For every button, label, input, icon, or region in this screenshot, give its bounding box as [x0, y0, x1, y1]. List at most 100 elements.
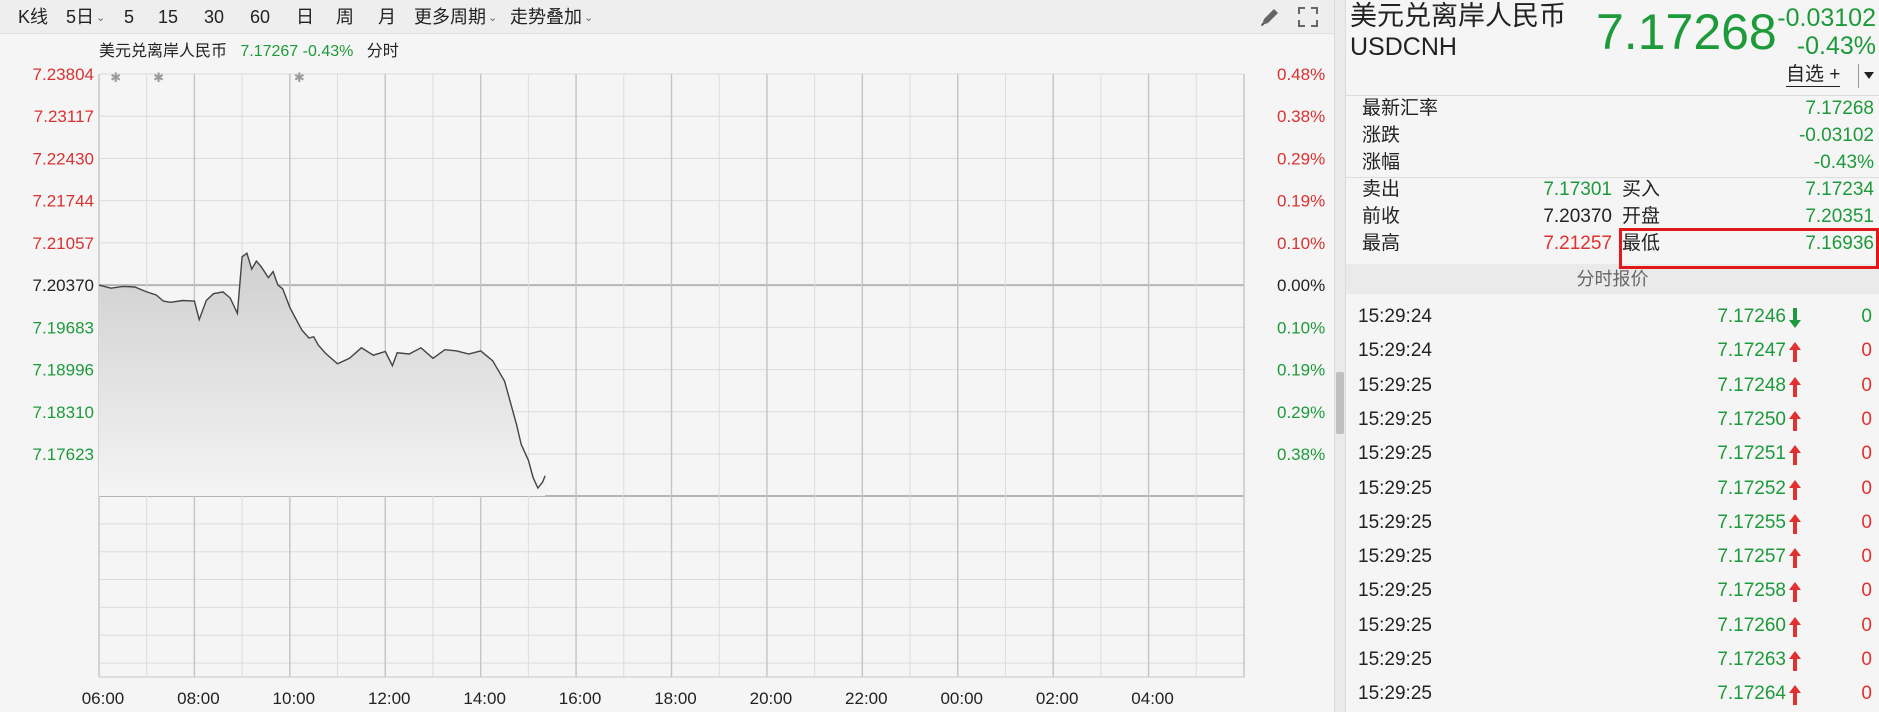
y-tick-label-pct: 0.29%	[1277, 403, 1325, 422]
ask-value: 7.17301	[1543, 179, 1612, 200]
tick-price: 7.17252	[1717, 477, 1786, 499]
x-tick-label: 16:00	[559, 689, 602, 708]
tick-time: 15:29:24	[1358, 306, 1432, 327]
tick-volume: 0	[1861, 306, 1872, 327]
tick-row[interactable]: 15:29:25 7.17260 0	[1346, 609, 1879, 643]
tick-time: 15:29:25	[1358, 683, 1432, 705]
tick-price: 7.17260	[1717, 614, 1786, 636]
tick-row[interactable]: 15:29:25 7.17263 0	[1346, 643, 1879, 677]
y-tick-label: 7.18310	[33, 403, 94, 422]
overlay-dropdown[interactable]: 走势叠加 ⌄	[510, 6, 593, 29]
y-tick-label-pct: 0.38%	[1277, 445, 1325, 464]
prev-close-label: 前收	[1362, 206, 1401, 227]
tick-row[interactable]: 15:29:25 7.17255 0	[1346, 506, 1879, 540]
splitter-handle[interactable]	[1336, 372, 1344, 434]
tick-row[interactable]: 15:29:25 7.17250 0	[1346, 403, 1879, 437]
tick-volume: 0	[1861, 340, 1872, 362]
tick-price: 7.17248	[1717, 374, 1786, 396]
period-month[interactable]: 月	[378, 6, 396, 28]
arrow-up-icon	[1789, 376, 1801, 397]
low-label: 最低	[1622, 233, 1661, 254]
high-label: 最高	[1362, 233, 1401, 254]
change-value: -0.03102	[1798, 125, 1874, 146]
period-toolbar: K线 5日 ⌄ 5 15 30 60 日 周 月 更多周期 ⌄ 走势叠加 ⌄	[0, 0, 1334, 34]
tick-volume: 0	[1861, 511, 1872, 533]
y-tick-label: 7.21744	[33, 192, 94, 211]
tick-volume: 0	[1861, 374, 1872, 396]
last-price: 7.17268	[1596, 4, 1777, 60]
price-area	[99, 253, 546, 496]
period-5day[interactable]: 5日 ⌄	[66, 6, 105, 29]
price-change: -0.03102	[1777, 4, 1876, 32]
add-favorite-button[interactable]: 自选 +	[1786, 64, 1841, 87]
tick-volume: 0	[1861, 614, 1872, 636]
tick-row[interactable]: 15:29:25 7.17258 0	[1346, 574, 1879, 608]
period-60min[interactable]: 60	[250, 6, 270, 28]
period-15min[interactable]: 15	[158, 6, 178, 28]
arrow-up-icon	[1789, 582, 1801, 603]
tick-volume: 0	[1861, 443, 1872, 465]
y-tick-label-pct: 0.10%	[1277, 234, 1325, 253]
tick-time: 15:29:25	[1358, 477, 1432, 499]
tick-row[interactable]: 15:29:24 7.17247 0	[1346, 334, 1879, 368]
chart-legend: 美元兑离岸人民币 7.17267 -0.43% 分时	[99, 42, 399, 62]
more-periods-dropdown[interactable]: 更多周期 ⌄	[414, 6, 497, 29]
tick-price: 7.17255	[1717, 511, 1786, 533]
tick-row[interactable]: 15:29:25 7.17257 0	[1346, 540, 1879, 574]
period-kline[interactable]: K线	[18, 6, 48, 28]
period-5min[interactable]: 5	[124, 6, 134, 28]
tick-row[interactable]: 15:29:25 7.17252 0	[1346, 472, 1879, 506]
y-tick-label: 7.18996	[33, 361, 94, 380]
intraday-chart[interactable]: ✱ ✱ ✱ 7.238047.231177.224307.217447.210577…	[0, 34, 1334, 712]
fullscreen-icon[interactable]	[1296, 5, 1320, 29]
chevron-down-icon: ⌄	[96, 12, 106, 24]
period-week[interactable]: 周	[336, 6, 354, 28]
change-pct-value: -0.43%	[1813, 152, 1874, 173]
tick-price: 7.17258	[1717, 580, 1786, 602]
favorite-dropdown-icon[interactable]	[1858, 64, 1878, 88]
x-tick-label: 04:00	[1131, 689, 1174, 708]
arrow-up-icon	[1789, 410, 1801, 431]
instrument-code: USDCNH	[1350, 33, 1457, 61]
arrow-up-icon	[1789, 479, 1801, 500]
x-tick-label: 18:00	[654, 689, 697, 708]
arrow-up-icon	[1789, 445, 1801, 466]
tick-volume: 0	[1861, 580, 1872, 602]
arrow-down-icon	[1789, 308, 1801, 328]
tick-time: 15:29:25	[1358, 374, 1432, 396]
tick-time: 15:29:25	[1358, 546, 1432, 568]
tick-row[interactable]: 15:29:24 7.17246 0	[1346, 300, 1879, 334]
change-pct-label: 涨幅	[1362, 152, 1401, 173]
y-tick-label-pct: 0.19%	[1277, 192, 1325, 211]
prev-close-value: 7.20370	[1543, 206, 1612, 227]
legend-price: 7.17267	[240, 43, 299, 60]
panel-splitter	[1334, 0, 1346, 712]
open-value: 7.20351	[1805, 206, 1874, 227]
change-label: 涨跌	[1362, 125, 1401, 146]
tick-time: 15:29:24	[1358, 340, 1432, 362]
tick-row[interactable]: 15:29:25 7.17264 0	[1346, 677, 1879, 711]
tick-time: 15:29:25	[1358, 649, 1432, 670]
tick-row[interactable]: 15:29:25 7.17251 0	[1346, 437, 1879, 471]
event-marker-icon: ✱	[110, 70, 121, 85]
bid-label: 买入	[1622, 179, 1661, 200]
pen-icon[interactable]	[1258, 5, 1282, 29]
chart-panel: K线 5日 ⌄ 5 15 30 60 日 周 月 更多周期 ⌄ 走势叠加 ⌄ ✱…	[0, 0, 1334, 712]
tick-row[interactable]: 15:29:25 7.17248 0	[1346, 369, 1879, 403]
ask-label: 卖出	[1362, 179, 1401, 200]
arrow-up-icon	[1789, 616, 1801, 637]
tick-volume: 0	[1861, 546, 1872, 568]
x-tick-label: 10:00	[273, 689, 316, 708]
y-tick-label: 7.21057	[33, 234, 94, 253]
price-change-pct: -0.43%	[1796, 32, 1876, 60]
tick-volume: 0	[1861, 649, 1872, 670]
latest-rate-value: 7.17268	[1805, 98, 1874, 119]
tick-price: 7.17251	[1717, 443, 1786, 465]
arrow-up-icon	[1789, 513, 1801, 534]
tick-price: 7.17250	[1717, 408, 1786, 430]
y-axis-left: 7.23804 7.23117 7.22430 7.21744 7.21057 7.203…	[33, 65, 94, 464]
x-tick-label: 02:00	[1036, 689, 1079, 708]
arrow-up-icon	[1789, 685, 1801, 706]
period-30min[interactable]: 30	[204, 6, 224, 28]
period-day[interactable]: 日	[296, 6, 314, 28]
